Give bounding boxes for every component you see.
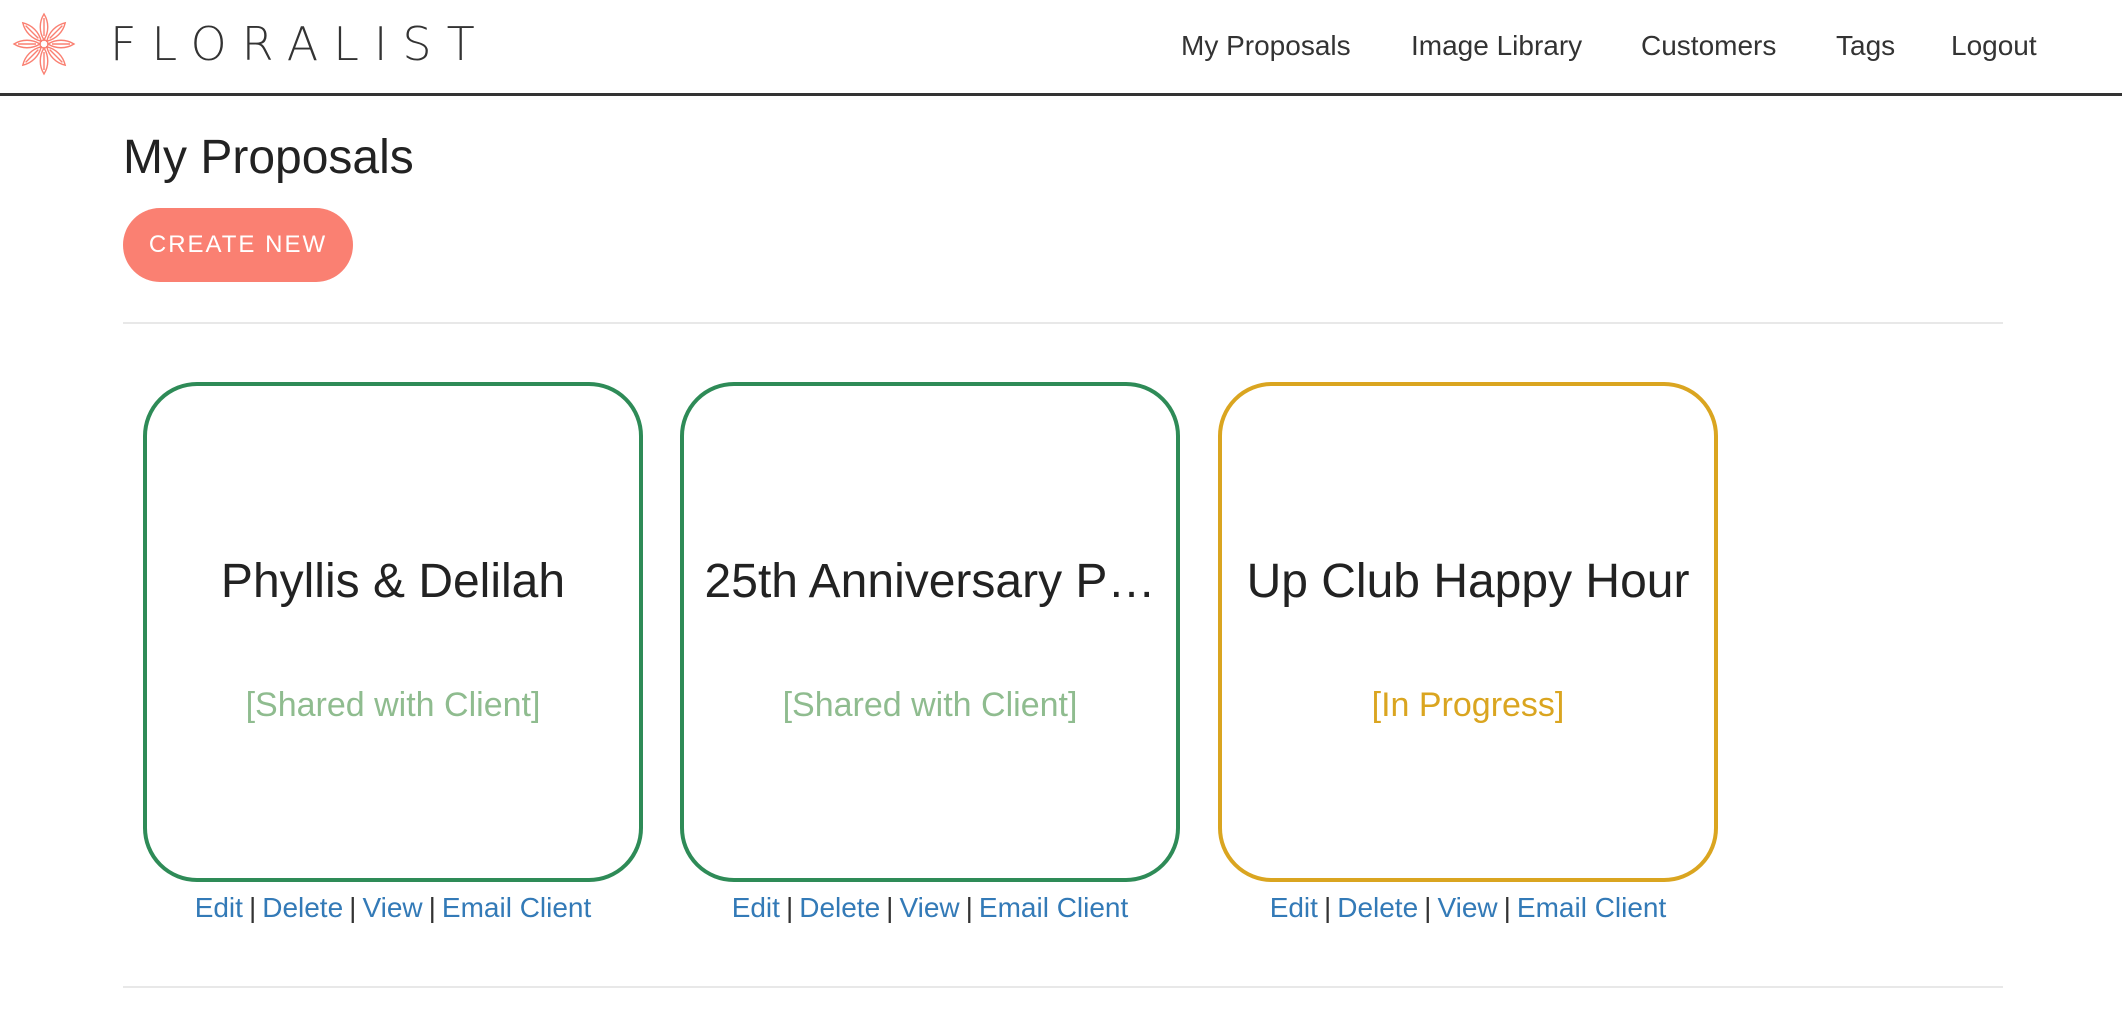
- view-link[interactable]: View: [362, 892, 422, 923]
- proposal-card-wrapper: Up Club Happy Hour [In Progress] Edit | De…: [1218, 382, 1718, 928]
- separator: |: [1323, 892, 1332, 923]
- separator: |: [1503, 892, 1511, 923]
- proposal-card[interactable]: Up Club Happy Hour [In Progress]: [1218, 382, 1718, 882]
- delete-link[interactable]: Delete: [1337, 892, 1418, 923]
- separator: |: [349, 892, 357, 923]
- divider: [123, 322, 2003, 324]
- separator: |: [965, 892, 973, 923]
- proposal-card-wrapper: Phyllis & Delilah [Shared with Client] E…: [143, 382, 643, 928]
- flower-icon: [12, 12, 76, 76]
- create-new-button[interactable]: CREATE NEW: [123, 208, 353, 282]
- page-title: My Proposals: [123, 131, 414, 184]
- proposal-title: Phyllis & Delilah: [220, 555, 566, 608]
- proposal-status: [Shared with Client]: [782, 686, 1078, 724]
- brand-name: FLORALIST: [110, 17, 490, 71]
- proposal-actions: Edit | Delete | View | Email Client: [680, 888, 1180, 928]
- edit-link[interactable]: Edit: [195, 892, 243, 923]
- nav-logout[interactable]: Logout: [1951, 30, 2061, 62]
- email-client-link[interactable]: Email Client: [1517, 892, 1666, 923]
- separator: |: [248, 892, 257, 923]
- proposal-status: [Shared with Client]: [245, 686, 541, 724]
- nav-tags[interactable]: Tags: [1836, 30, 1906, 62]
- top-navbar: FLORALIST My Proposals Image Library Cus…: [0, 0, 2122, 96]
- proposal-card[interactable]: Phyllis & Delilah [Shared with Client]: [143, 382, 643, 882]
- nav-customers[interactable]: Customers: [1641, 30, 1801, 62]
- proposal-card[interactable]: 25th Anniversary P… [Shared with Client]: [680, 382, 1180, 882]
- email-client-link[interactable]: Email Client: [442, 892, 591, 923]
- view-link[interactable]: View: [1437, 892, 1497, 923]
- proposal-actions: Edit | Delete | View | Email Client: [143, 888, 643, 928]
- proposal-title: Up Club Happy Hour: [1246, 555, 1690, 608]
- separator: |: [428, 892, 436, 923]
- email-client-link[interactable]: Email Client: [979, 892, 1128, 923]
- proposal-actions: Edit | Delete | View | Email Client: [1218, 888, 1718, 928]
- delete-link[interactable]: Delete: [799, 892, 880, 923]
- proposal-title: 25th Anniversary P…: [704, 555, 1156, 608]
- brand-link[interactable]: FLORALIST: [12, 12, 490, 76]
- separator: |: [785, 892, 794, 923]
- nav-image-library[interactable]: Image Library: [1411, 30, 1631, 62]
- delete-link[interactable]: Delete: [262, 892, 343, 923]
- view-link[interactable]: View: [899, 892, 959, 923]
- proposal-card-wrapper: 25th Anniversary P… [Shared with Client]…: [680, 382, 1180, 928]
- separator: |: [886, 892, 894, 923]
- nav-my-proposals[interactable]: My Proposals: [1181, 30, 1401, 62]
- edit-link[interactable]: Edit: [1270, 892, 1318, 923]
- proposal-status: [In Progress]: [1371, 686, 1565, 724]
- divider: [123, 986, 2003, 988]
- separator: |: [1424, 892, 1432, 923]
- edit-link[interactable]: Edit: [732, 892, 780, 923]
